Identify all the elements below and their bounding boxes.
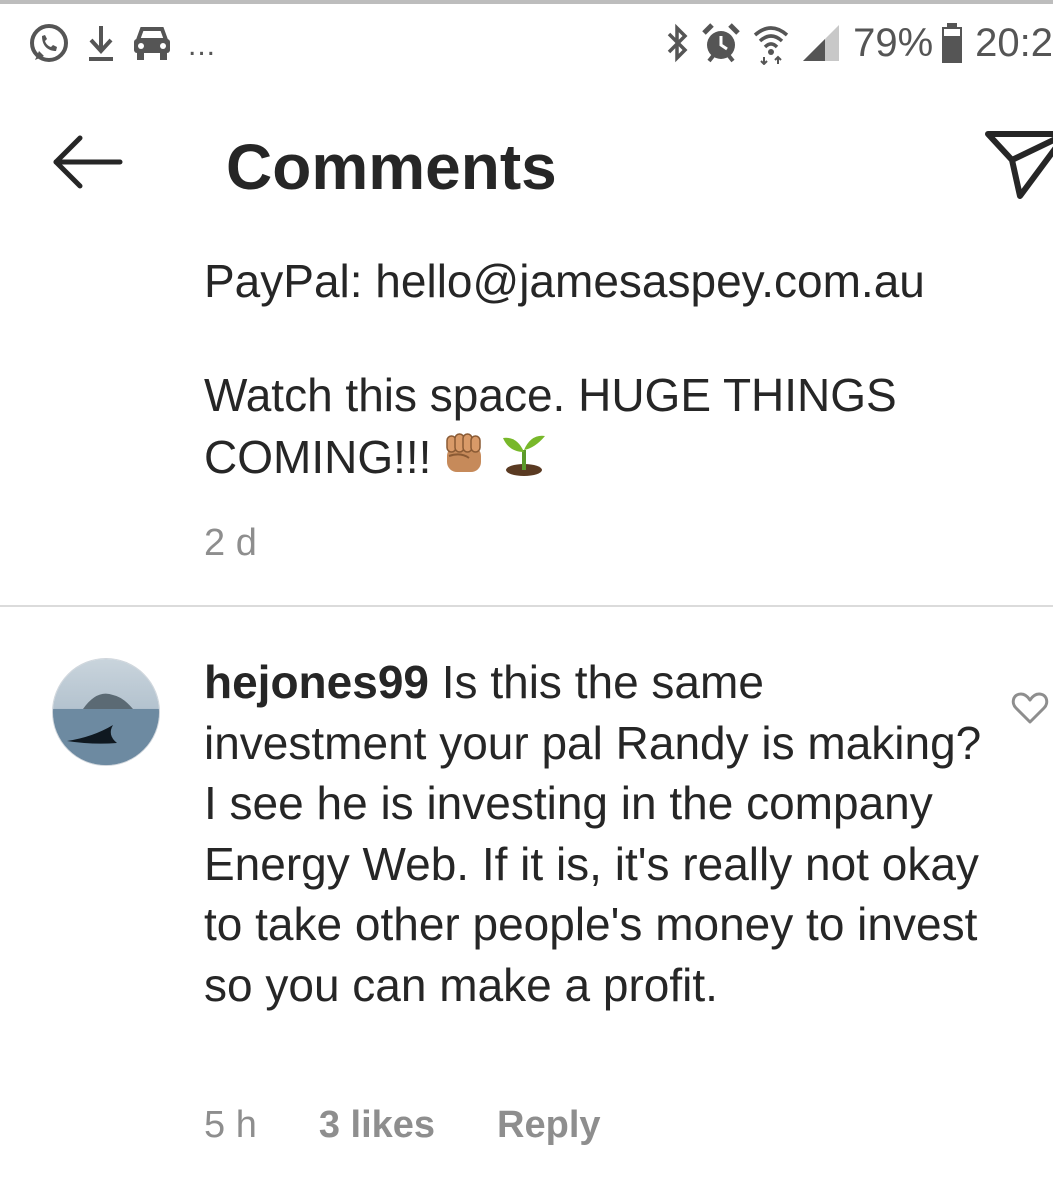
comment-username[interactable]: hejones99 bbox=[204, 656, 429, 708]
reply-button[interactable]: Reply bbox=[497, 1104, 600, 1147]
status-bar-right: 79% 20:2 bbox=[665, 18, 1053, 68]
alarm-icon bbox=[701, 21, 741, 65]
comment-timestamp: 5 h bbox=[204, 1103, 257, 1146]
status-bar: ... 79% 20:2 bbox=[0, 0, 1053, 84]
seedling-emoji bbox=[497, 426, 551, 495]
heart-outline-icon bbox=[1010, 692, 1050, 732]
divider bbox=[0, 605, 1053, 607]
status-bar-left: ... bbox=[26, 18, 216, 68]
avatar[interactable] bbox=[52, 658, 160, 766]
caption-timestamp: 2 d bbox=[204, 522, 257, 565]
car-icon bbox=[130, 20, 174, 66]
clock: 20:2 bbox=[975, 20, 1053, 65]
share-button[interactable] bbox=[982, 126, 1053, 202]
notification-overflow: ... bbox=[188, 29, 217, 62]
comment-text: hejones99 Is this the same investment yo… bbox=[204, 652, 984, 1015]
caption-line-coming: COMING!!! bbox=[204, 426, 1034, 495]
paper-plane-icon bbox=[982, 131, 1053, 202]
comment-message: Is this the same investment your pal Ran… bbox=[204, 656, 982, 1011]
raised-fist-emoji bbox=[439, 428, 489, 493]
page-title: Comments bbox=[226, 131, 557, 203]
caption-line-watch: Watch this space. HUGE THINGS bbox=[204, 369, 897, 421]
whatsapp-icon bbox=[26, 20, 72, 66]
bluetooth-icon bbox=[665, 21, 689, 65]
comments-header: Comments bbox=[0, 100, 1053, 230]
caption-line-coming-text: COMING!!! bbox=[204, 431, 432, 483]
arrow-left-icon bbox=[48, 135, 128, 198]
wifi-icon bbox=[753, 21, 789, 65]
likes-count-link[interactable]: 3 likes bbox=[319, 1104, 435, 1147]
post-caption: PayPal: hello@jamesaspey.com.au Watch th… bbox=[204, 250, 1034, 565]
signal-icon bbox=[801, 21, 841, 65]
comment-meta: 5 h 3 likes Reply bbox=[204, 1100, 601, 1150]
battery-icon bbox=[941, 21, 963, 65]
caption-line-paypal: PayPal: hello@jamesaspey.com.au bbox=[204, 255, 925, 307]
like-button[interactable] bbox=[1010, 688, 1050, 728]
battery-percent: 79% bbox=[853, 20, 934, 65]
back-button[interactable] bbox=[48, 130, 128, 194]
download-icon bbox=[86, 20, 116, 66]
